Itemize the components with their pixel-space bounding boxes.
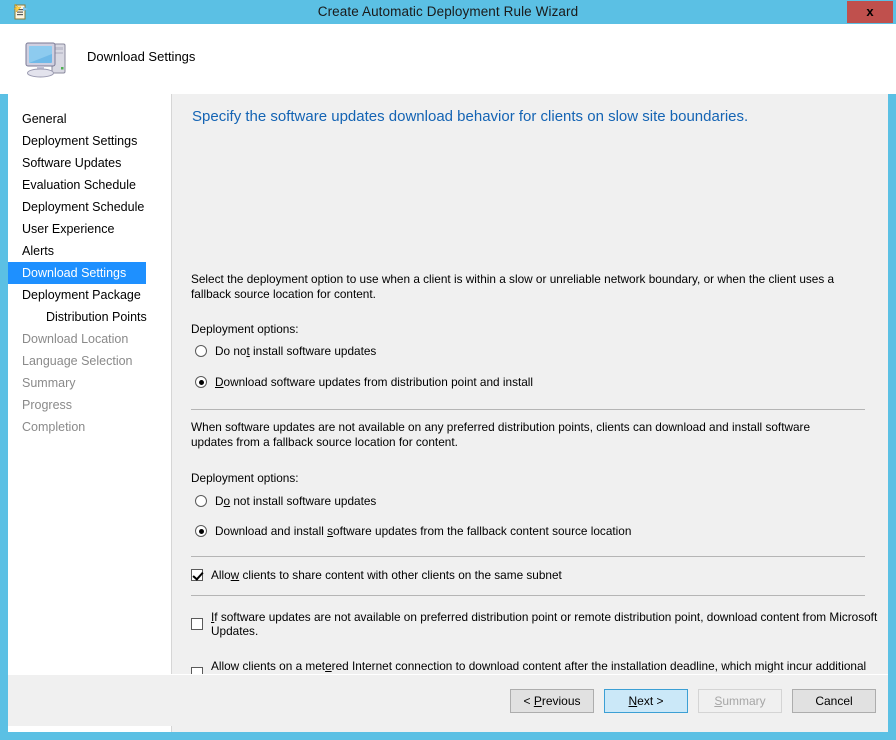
sidebar-item-deployment-package[interactable]: Deployment Package bbox=[8, 284, 171, 306]
sidebar-item-general[interactable]: General bbox=[8, 108, 171, 130]
radio-icon bbox=[195, 376, 207, 388]
radio-icon bbox=[195, 495, 207, 507]
radio-icon bbox=[195, 525, 207, 537]
radio-label: Do not install software updates bbox=[215, 494, 377, 508]
sidebar-item-download-location: Download Location bbox=[22, 332, 129, 346]
separator bbox=[191, 595, 865, 596]
wizard-step-nav: General Deployment Settings Software Upd… bbox=[8, 94, 172, 732]
checkbox-icon bbox=[191, 618, 203, 630]
deployment-options-label-1: Deployment options: bbox=[191, 322, 299, 336]
close-icon[interactable]: x bbox=[847, 1, 893, 23]
deployment-options-label-2: Deployment options: bbox=[191, 471, 299, 485]
banner-title: Download Settings bbox=[87, 49, 196, 64]
checkbox-label: Allow clients to share content with othe… bbox=[211, 568, 562, 582]
wizard-window: Create Automatic Deployment Rule Wizard … bbox=[0, 0, 896, 740]
checkbox-share-content-subnet[interactable]: Allow clients to share content with othe… bbox=[191, 568, 562, 582]
wizard-footer: < Previous Next > Summary Cancel bbox=[8, 674, 888, 726]
sidebar-item-language-selection: Language Selection bbox=[22, 354, 133, 368]
sidebar-item-progress: Progress bbox=[22, 398, 73, 412]
radio-label: Download software updates from distribut… bbox=[215, 375, 534, 389]
sidebar-item-deployment-settings[interactable]: Deployment Settings bbox=[8, 130, 171, 152]
title-bar: Create Automatic Deployment Rule Wizard … bbox=[0, 0, 896, 24]
separator bbox=[191, 556, 865, 557]
sidebar-item-distribution-points[interactable]: Distribution Points bbox=[8, 306, 171, 328]
sidebar-item-summary: Summary bbox=[22, 376, 76, 390]
wizard-body: General Deployment Settings Software Upd… bbox=[0, 94, 896, 732]
radio-download-from-dp[interactable]: Download software updates from distribut… bbox=[195, 375, 533, 389]
sidebar-item-download-settings[interactable]: Download Settings bbox=[8, 262, 146, 284]
wizard-banner: Download Settings bbox=[0, 24, 896, 94]
cancel-button[interactable]: Cancel bbox=[792, 689, 876, 713]
radio-label: Do not install software updates bbox=[215, 344, 377, 358]
sidebar-item-alerts[interactable]: Alerts bbox=[8, 240, 171, 262]
checkbox-icon bbox=[191, 569, 203, 581]
next-button[interactable]: Next > bbox=[604, 689, 688, 713]
radio-download-from-fallback[interactable]: Download and install software updates fr… bbox=[195, 524, 631, 538]
description-paragraph-2: When software updates are not available … bbox=[191, 420, 811, 449]
separator bbox=[191, 409, 865, 410]
sidebar-item-user-experience[interactable]: User Experience bbox=[8, 218, 171, 240]
radio-label: Download and install software updates fr… bbox=[215, 524, 632, 538]
checkbox-label: If software updates are not available on… bbox=[211, 610, 878, 638]
summary-button: Summary bbox=[698, 689, 782, 713]
sidebar-item-software-updates[interactable]: Software Updates bbox=[8, 152, 171, 174]
checkbox-download-from-microsoft-updates[interactable]: If software updates are not available on… bbox=[191, 610, 888, 638]
previous-button[interactable]: < Previous bbox=[510, 689, 594, 713]
sidebar-item-deployment-schedule[interactable]: Deployment Schedule bbox=[8, 196, 171, 218]
sidebar-item-completion: Completion bbox=[22, 420, 86, 434]
page-title: Specify the software updates download be… bbox=[192, 108, 749, 125]
window-title: Create Automatic Deployment Rule Wizard bbox=[317, 4, 579, 19]
computer-icon bbox=[22, 34, 72, 84]
radio-do-not-install-fallback[interactable]: Do not install software updates bbox=[195, 494, 376, 508]
description-paragraph-1: Select the deployment option to use when… bbox=[191, 272, 835, 301]
sidebar-item-evaluation-schedule[interactable]: Evaluation Schedule bbox=[8, 174, 171, 196]
radio-do-not-install-slow[interactable]: Do not install software updates bbox=[195, 344, 376, 358]
radio-icon bbox=[195, 345, 207, 357]
content-panel: Specify the software updates download be… bbox=[173, 94, 888, 732]
